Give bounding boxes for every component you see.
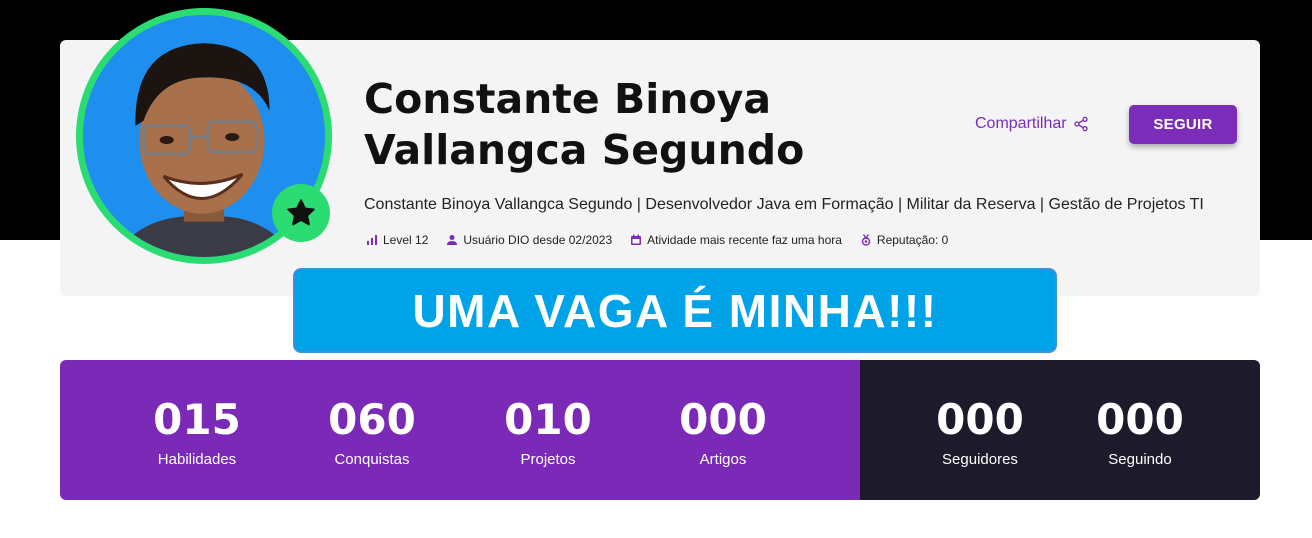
stat-following-value: 000 xyxy=(1096,395,1184,444)
reputation-text: Reputação: 0 xyxy=(876,233,949,247)
stat-following[interactable]: 000 Seguindo xyxy=(1065,395,1215,468)
stat-achievements-label: Conquistas xyxy=(334,451,410,468)
stat-followers-label: Seguidores xyxy=(942,451,1018,468)
user-icon xyxy=(447,235,458,245)
stat-achievements[interactable]: 060 Conquistas xyxy=(297,395,447,468)
promo-banner: UMA VAGA É MINHA!!! xyxy=(293,268,1057,353)
social-stats-panel: 000 Seguidores 000 Seguindo xyxy=(860,360,1260,500)
meta-reputation: Reputação: 0 xyxy=(860,233,948,247)
stat-achievements-value: 060 xyxy=(328,395,416,444)
stat-projects[interactable]: 010 Projetos xyxy=(473,395,623,468)
stat-articles-label: Artigos xyxy=(699,451,747,468)
stat-skills-value: 015 xyxy=(153,395,241,444)
meta-activity: Atividade mais recente faz uma hora xyxy=(630,233,842,247)
star-badge xyxy=(272,184,330,242)
stat-projects-label: Projetos xyxy=(520,451,576,468)
meta-level: Level 12 xyxy=(366,233,428,247)
profile-headline: Constante Binoya Vallangca Segundo | Des… xyxy=(364,196,1204,213)
stat-followers-value: 000 xyxy=(936,395,1024,444)
follow-button[interactable]: SEGUIR xyxy=(1129,105,1237,144)
star-icon xyxy=(287,199,315,226)
stat-skills[interactable]: 015 Habilidades xyxy=(122,395,272,468)
share-label: Compartilhar xyxy=(975,115,1067,132)
meta-member-since: Usuário DIO desde 02/2023 xyxy=(446,233,612,247)
medal-icon xyxy=(861,234,871,246)
bar-chart-icon xyxy=(367,235,377,245)
stat-articles[interactable]: 000 Artigos xyxy=(648,395,798,468)
profile-name: Constante Binoya Vallangca Segundo xyxy=(364,75,805,174)
stat-projects-value: 010 xyxy=(504,395,592,444)
level-text: Level 12 xyxy=(383,233,429,247)
stat-following-label: Seguindo xyxy=(1108,451,1172,468)
share-icon xyxy=(1073,116,1088,132)
profile-meta: Level 12 Usuário DIO desde 02/2023 Ativi… xyxy=(366,233,948,247)
stat-followers[interactable]: 000 Seguidores xyxy=(905,395,1055,468)
member-since-text: Usuário DIO desde 02/2023 xyxy=(463,233,613,247)
share-button[interactable]: Compartilhar xyxy=(975,115,1089,133)
activity-text: Atividade mais recente faz uma hora xyxy=(647,233,842,247)
stats-panel: 015 Habilidades 060 Conquistas 010 Proje… xyxy=(60,360,860,500)
stat-skills-label: Habilidades xyxy=(157,451,237,468)
calendar-icon xyxy=(631,234,642,245)
stat-articles-value: 000 xyxy=(679,395,767,444)
